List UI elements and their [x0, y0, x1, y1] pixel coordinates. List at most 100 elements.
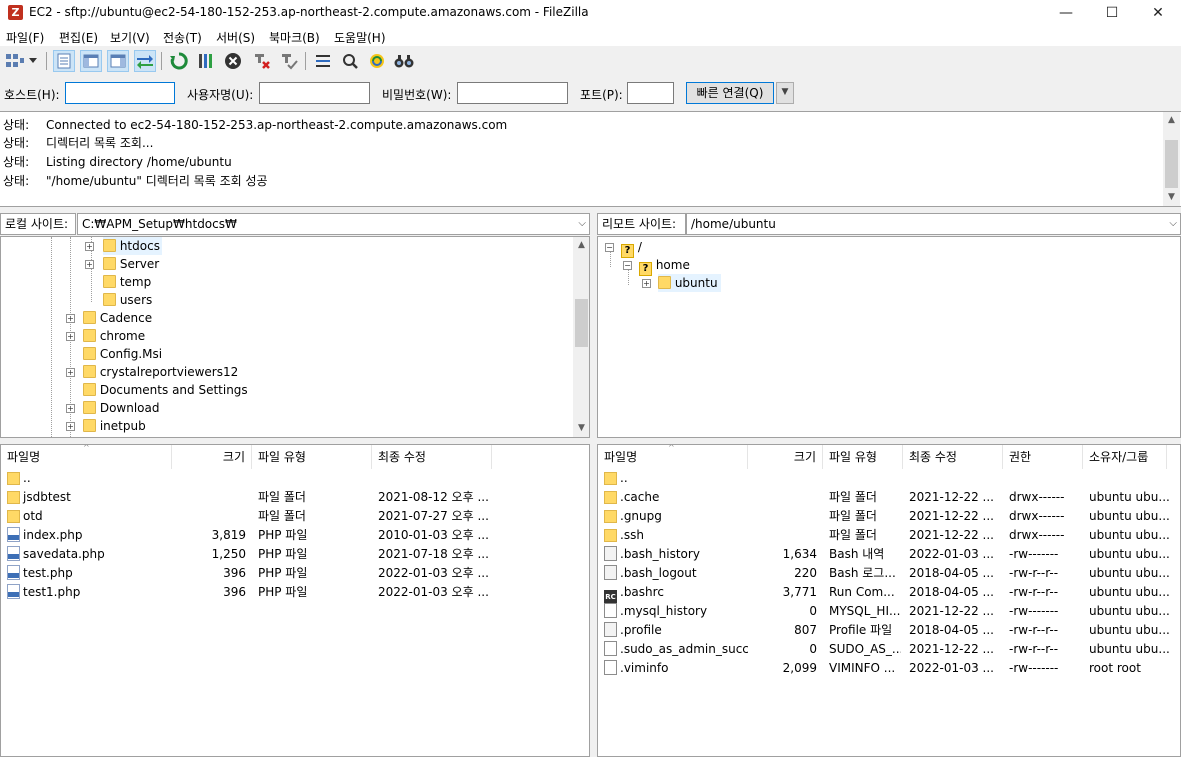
toolbar — [0, 46, 1181, 76]
reconnect-icon[interactable] — [278, 50, 300, 72]
username-input[interactable] — [259, 82, 370, 104]
expand-icon[interactable]: + — [66, 368, 75, 377]
column-type[interactable]: 파일 유형 — [823, 445, 903, 469]
column-modified[interactable]: 최종 수정 — [372, 445, 492, 469]
username-label: 사용자명(U): — [187, 88, 254, 102]
scroll-down-icon[interactable]: ▼ — [1163, 189, 1180, 206]
folder-icon — [83, 401, 96, 414]
refresh-icon[interactable] — [168, 50, 190, 72]
close-button[interactable]: ✕ — [1135, 0, 1181, 26]
blank-file-icon — [604, 603, 617, 618]
local-directory-tree: + htdocs + Server temp users + Cadence +… — [0, 236, 590, 438]
local-tree-scrollbar[interactable]: ▲ ▼ — [573, 237, 589, 437]
remote-site-path[interactable]: /home/ubuntu ⌵ — [686, 213, 1181, 235]
password-label: 비밀번호(W): — [382, 88, 452, 102]
chevron-down-icon[interactable]: ⌵ — [1169, 214, 1177, 234]
toolbar-separator — [46, 52, 47, 70]
menu-edit[interactable]: 편집(E) — [59, 29, 98, 46]
folder-icon — [83, 311, 96, 324]
expand-icon[interactable]: + — [642, 279, 651, 288]
column-size[interactable]: 크기 — [172, 445, 252, 469]
scroll-up-icon[interactable]: ▲ — [573, 237, 589, 254]
toggle-log-icon[interactable] — [53, 50, 75, 72]
password-input[interactable] — [457, 82, 568, 104]
minimize-button[interactable]: — — [1043, 0, 1089, 26]
menu-server[interactable]: 서버(S) — [216, 29, 255, 46]
remote-file-list: 파일명 ^ 크기 파일 유형 최종 수정 권한 소유자/그룹 .. .cache … — [597, 444, 1181, 757]
cancel-icon[interactable] — [222, 50, 244, 72]
port-input[interactable] — [627, 82, 674, 104]
expand-icon[interactable]: + — [66, 314, 75, 323]
log-scrollbar[interactable]: ▲ ▼ — [1163, 112, 1180, 206]
search-icon[interactable] — [393, 50, 415, 72]
php-file-icon — [7, 584, 20, 599]
scroll-thumb[interactable] — [575, 299, 588, 347]
message-log: 상태: Connected to ec2-54-180-152-253.ap-no… — [0, 111, 1181, 207]
port-label: 포트(P): — [580, 88, 623, 102]
host-label: 호스트(H): — [4, 88, 60, 102]
scroll-up-icon[interactable]: ▲ — [1163, 112, 1180, 129]
toggle-queue-icon[interactable] — [134, 50, 156, 72]
folder-icon — [604, 529, 617, 542]
sync-browse-icon[interactable] — [366, 50, 388, 72]
column-size[interactable]: 크기 — [748, 445, 823, 469]
text-file-icon — [604, 622, 617, 637]
log-line: 상태: 디렉터리 목록 조회... — [3, 136, 154, 150]
remote-directory-tree: − ? / − ? home + ubuntu — [597, 236, 1181, 438]
scroll-down-icon[interactable]: ▼ — [573, 420, 589, 437]
column-permissions[interactable]: 권한 — [1003, 445, 1083, 469]
local-site-path[interactable]: C:₩APM_Setup₩htdocs₩ ⌵ — [77, 213, 590, 235]
expand-icon[interactable]: + — [66, 404, 75, 413]
menu-bar: 파일(F) 편집(E) 보기(V) 전송(T) 서버(S) 북마크(B) 도움말… — [0, 26, 1181, 46]
directory-filter-icon[interactable] — [312, 50, 334, 72]
quickconnect-history-dropdown[interactable]: ▼ — [776, 82, 794, 104]
scroll-thumb[interactable] — [1165, 140, 1178, 188]
maximize-button[interactable]: ☐ — [1089, 0, 1135, 26]
remote-site-label: 리모트 사이트: — [597, 213, 686, 235]
toggle-local-tree-icon[interactable] — [80, 50, 102, 72]
php-file-icon — [7, 565, 20, 580]
expand-icon[interactable]: + — [85, 242, 94, 251]
unknown-folder-icon: ? — [639, 262, 652, 276]
disconnect-icon[interactable] — [251, 50, 273, 72]
menu-bookmarks[interactable]: 북마크(B) — [269, 29, 320, 46]
column-filename[interactable]: 파일명 ^ — [598, 445, 748, 469]
menu-help[interactable]: 도움말(H) — [334, 29, 386, 46]
menu-file[interactable]: 파일(F) — [6, 29, 44, 46]
log-line: 상태: "/home/ubuntu" 디렉터리 목록 조회 성공 — [3, 174, 268, 188]
host-input[interactable] — [65, 82, 175, 104]
toggle-remote-tree-icon[interactable] — [107, 50, 129, 72]
process-queue-icon[interactable] — [195, 50, 217, 72]
collapse-icon[interactable]: − — [623, 261, 632, 270]
menu-view[interactable]: 보기(V) — [110, 29, 150, 46]
column-filename[interactable]: 파일명 ^ — [1, 445, 172, 469]
expand-icon[interactable]: + — [66, 422, 75, 431]
remote-site-path-text: /home/ubuntu — [691, 217, 776, 231]
folder-icon — [83, 329, 96, 342]
folder-icon — [83, 365, 96, 378]
site-manager-dropdown-icon[interactable] — [26, 50, 40, 72]
menu-transfer[interactable]: 전송(T) — [163, 29, 202, 46]
expand-icon[interactable]: + — [66, 332, 75, 341]
collapse-icon[interactable]: − — [605, 243, 614, 252]
text-file-icon — [604, 565, 617, 580]
folder-icon — [83, 419, 96, 432]
compare-icon[interactable] — [339, 50, 361, 72]
local-site-bar: 로컬 사이트: C:₩APM_Setup₩htdocs₩ ⌵ — [0, 213, 590, 235]
site-manager-icon[interactable] — [4, 50, 26, 72]
local-site-path-text: C:₩APM_Setup₩htdocs₩ — [82, 217, 237, 231]
log-line: 상태: Connected to ec2-54-180-152-253.ap-no… — [3, 118, 508, 132]
php-file-icon — [7, 527, 20, 542]
column-owner-group[interactable]: 소유자/그룹 — [1083, 445, 1167, 469]
chevron-down-icon[interactable]: ⌵ — [578, 214, 586, 234]
local-site-label: 로컬 사이트: — [0, 213, 76, 235]
blank-file-icon — [604, 660, 617, 675]
window-title: EC2 - sftp://ubuntu@ec2-54-180-152-253.a… — [29, 5, 589, 19]
quickconnect-button[interactable]: 빠른 연결(Q) — [686, 82, 774, 104]
folder-icon — [83, 383, 96, 396]
column-modified[interactable]: 최종 수정 — [903, 445, 1003, 469]
expand-icon[interactable]: + — [85, 260, 94, 269]
folder-icon — [83, 347, 96, 360]
column-type[interactable]: 파일 유형 — [252, 445, 372, 469]
folder-icon — [604, 491, 617, 504]
